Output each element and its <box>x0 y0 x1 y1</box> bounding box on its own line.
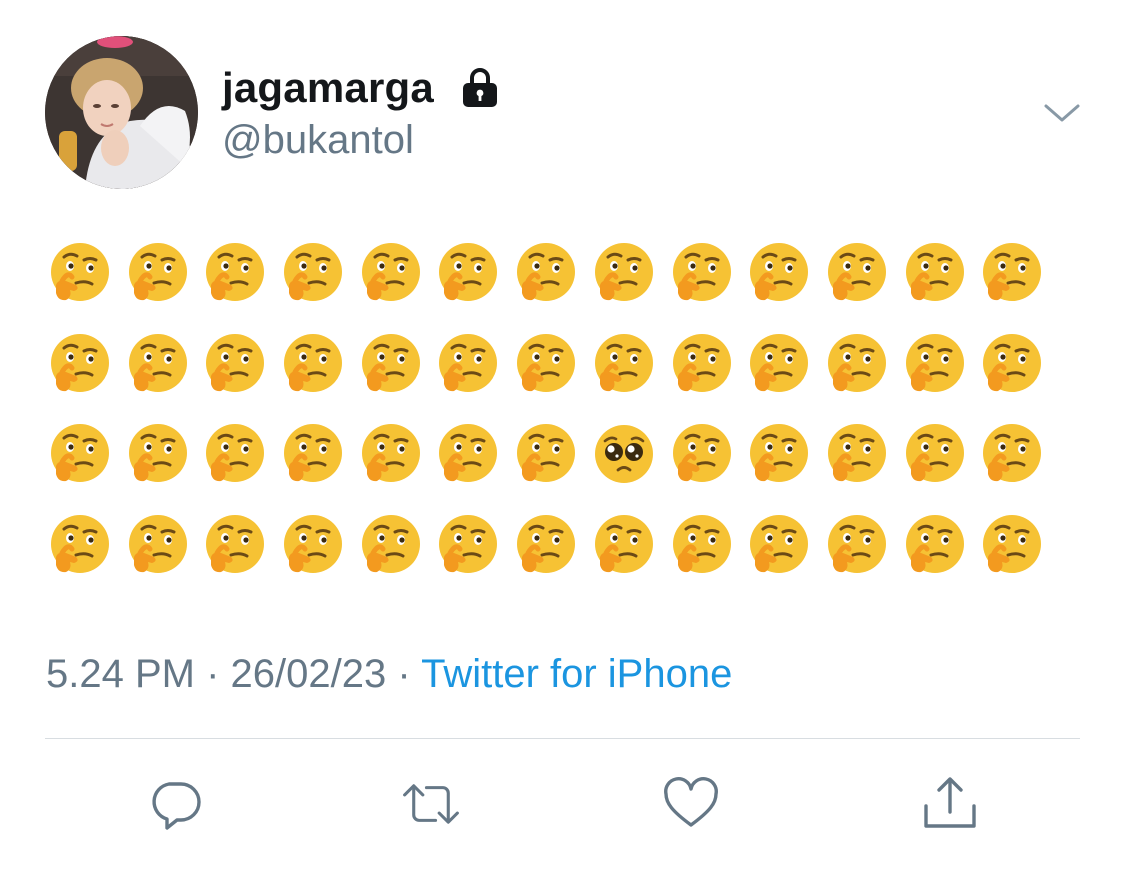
thinking-face-emoji <box>592 332 670 396</box>
thinking-face-emoji <box>903 513 981 577</box>
thinking-face-emoji <box>592 241 670 305</box>
thinking-face-emoji <box>436 241 514 305</box>
thinking-face-emoji <box>514 332 592 396</box>
emoji-row <box>48 422 1058 513</box>
pleading-face-emoji <box>592 422 670 486</box>
thinking-face-emoji <box>903 332 981 396</box>
thinking-face-emoji <box>359 422 437 486</box>
thinking-face-emoji <box>747 241 825 305</box>
thinking-face-emoji <box>903 241 981 305</box>
thinking-face-emoji <box>747 513 825 577</box>
thinking-face-emoji <box>126 241 204 305</box>
thinking-face-emoji <box>48 332 126 396</box>
thinking-face-emoji <box>281 513 359 577</box>
thinking-face-emoji <box>48 241 126 305</box>
tweet-time: 5.24 PM <box>46 652 195 696</box>
tweet-metadata: 5.24 PM · 26/02/23 · Twitter for iPhone <box>46 652 732 697</box>
thinking-face-emoji <box>359 332 437 396</box>
thinking-face-emoji <box>126 422 204 486</box>
chevron-down-icon[interactable] <box>1042 98 1082 128</box>
emoji-row <box>48 513 1058 604</box>
avatar[interactable] <box>45 36 198 189</box>
thinking-face-emoji <box>436 332 514 396</box>
thinking-face-emoji <box>670 332 748 396</box>
emoji-row <box>48 241 1058 332</box>
thinking-face-emoji <box>670 513 748 577</box>
thinking-face-emoji <box>436 513 514 577</box>
thinking-face-emoji <box>48 422 126 486</box>
reply-icon <box>152 782 201 830</box>
thinking-face-emoji <box>203 332 281 396</box>
tweet-source-link[interactable]: Twitter for iPhone <box>421 652 732 696</box>
thinking-face-emoji <box>747 332 825 396</box>
avatar-photo <box>45 36 198 189</box>
thinking-face-emoji <box>980 332 1058 396</box>
lock-icon <box>460 67 500 109</box>
thinking-face-emoji <box>281 332 359 396</box>
user-name-row: jagamarga <box>222 62 500 114</box>
retweet-icon <box>403 784 459 824</box>
share-icon <box>924 777 976 828</box>
thinking-face-emoji <box>670 422 748 486</box>
reply-button[interactable] <box>145 774 205 834</box>
thinking-face-emoji <box>126 332 204 396</box>
retweet-button[interactable] <box>401 774 461 834</box>
tweet-text-emoji-grid <box>48 241 1058 603</box>
thinking-face-emoji <box>670 241 748 305</box>
emoji-row <box>48 332 1058 423</box>
thinking-face-emoji <box>514 422 592 486</box>
thinking-face-emoji <box>514 513 592 577</box>
thinking-face-emoji <box>359 513 437 577</box>
heart-icon <box>664 777 718 827</box>
thinking-face-emoji <box>436 422 514 486</box>
thinking-face-emoji <box>514 241 592 305</box>
thinking-face-emoji <box>203 422 281 486</box>
thinking-face-emoji <box>126 513 204 577</box>
thinking-face-emoji <box>281 241 359 305</box>
thinking-face-emoji <box>825 332 903 396</box>
thinking-face-emoji <box>203 513 281 577</box>
thinking-face-emoji <box>980 513 1058 577</box>
thinking-face-emoji <box>825 422 903 486</box>
display-name[interactable]: jagamarga <box>222 64 434 112</box>
user-handle[interactable]: @bukantol <box>222 118 414 163</box>
thinking-face-emoji <box>825 513 903 577</box>
share-button[interactable] <box>920 774 980 834</box>
thinking-face-emoji <box>980 422 1058 486</box>
divider <box>45 738 1080 739</box>
thinking-face-emoji <box>903 422 981 486</box>
thinking-face-emoji <box>825 241 903 305</box>
thinking-face-emoji <box>359 241 437 305</box>
thinking-face-emoji <box>592 513 670 577</box>
thinking-face-emoji <box>203 241 281 305</box>
thinking-face-emoji <box>980 241 1058 305</box>
thinking-face-emoji <box>747 422 825 486</box>
meta-separator: · <box>397 652 411 696</box>
thinking-face-emoji <box>281 422 359 486</box>
tweet-date: 26/02/23 <box>230 652 387 696</box>
meta-separator: · <box>206 652 220 696</box>
like-button[interactable] <box>661 774 721 834</box>
thinking-face-emoji <box>48 513 126 577</box>
